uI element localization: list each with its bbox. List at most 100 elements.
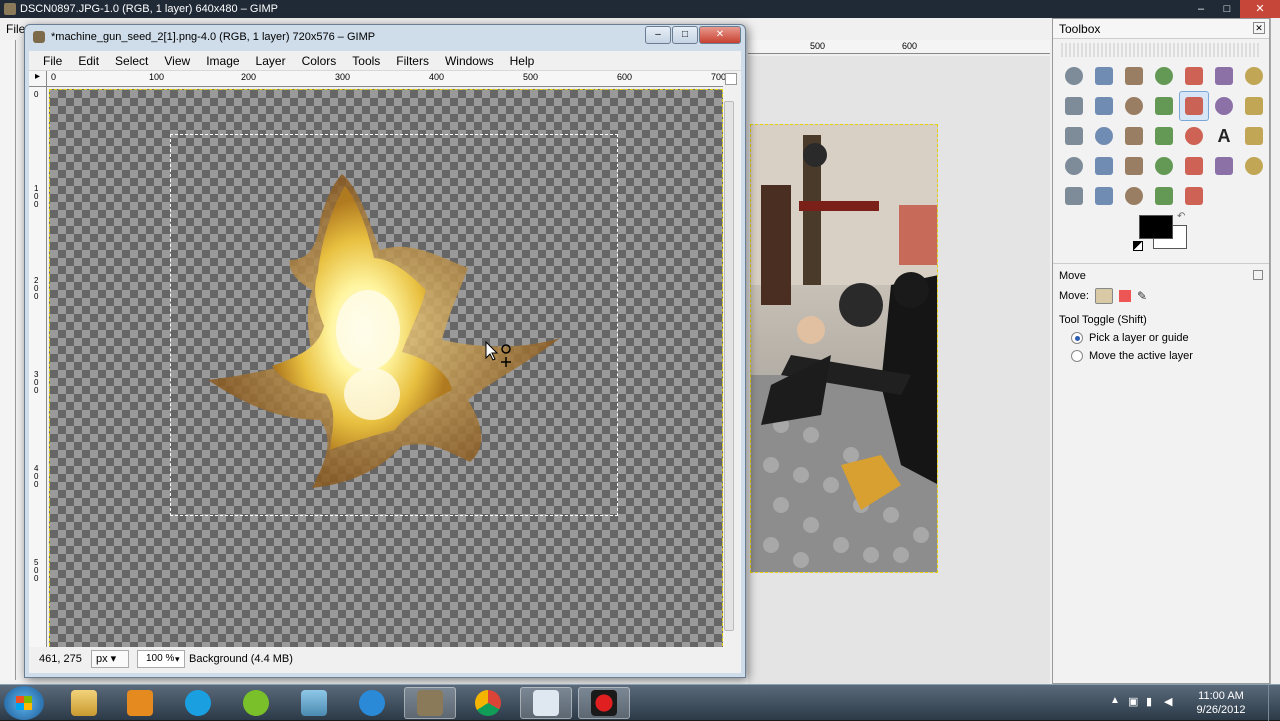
move-selection-button[interactable] xyxy=(1118,290,1131,302)
volume-icon[interactable]: ◀ xyxy=(1164,695,1178,709)
menu-tools[interactable]: Tools xyxy=(344,51,388,70)
maximize-button[interactable]: □ xyxy=(1214,0,1240,18)
quick-mask-corner[interactable]: ▸ xyxy=(29,71,47,87)
tool-crop[interactable] xyxy=(1239,91,1269,121)
status-bar: 461, 275 px ▾ 100 % ▾ Background (4.4 MB… xyxy=(29,647,741,673)
menu-edit[interactable]: Edit xyxy=(70,51,107,70)
tool-align[interactable] xyxy=(1209,91,1239,121)
vertical-ruler[interactable] xyxy=(0,40,16,680)
tool-paintbrush[interactable] xyxy=(1119,151,1149,181)
tool-bucket-fill[interactable] xyxy=(1059,151,1089,181)
swap-colors-icon[interactable]: ↶ xyxy=(1177,211,1185,222)
drag-handle[interactable] xyxy=(1061,43,1261,57)
tool-measure[interactable] xyxy=(1149,91,1179,121)
tool-eraser[interactable] xyxy=(1149,151,1179,181)
menu-view[interactable]: View xyxy=(156,51,198,70)
clock[interactable]: 11:00 AM 9/26/2012 xyxy=(1188,689,1254,717)
tool-scale[interactable] xyxy=(1089,121,1119,151)
radio-button[interactable] xyxy=(1071,350,1083,362)
menu-file-partial[interactable]: File xyxy=(6,22,25,36)
scroll-thumb[interactable] xyxy=(724,101,734,631)
background-window-titlebar[interactable]: DSCN0897.JPG-1.0 (RGB, 1 layer) 640x480 … xyxy=(0,0,1280,18)
maximize-button[interactable]: □ xyxy=(672,26,698,44)
menu-layer[interactable]: Layer xyxy=(248,51,294,70)
tool-rect-select[interactable] xyxy=(1059,61,1089,91)
image-window-titlebar[interactable]: *machine_gun_seed_2[1].png-4.0 (RGB, 1 l… xyxy=(25,25,745,51)
menu-file[interactable]: File xyxy=(35,51,70,70)
vertical-scrollbar[interactable] xyxy=(723,87,735,655)
taskbar-explorer[interactable] xyxy=(58,687,110,719)
tool-shear[interactable] xyxy=(1119,121,1149,151)
tray-app-icon[interactable]: ▣ xyxy=(1128,695,1142,709)
tool-blur-sharpen[interactable] xyxy=(1119,181,1149,211)
tool-select-by-color[interactable] xyxy=(1179,61,1209,91)
tool-dodge-burn[interactable] xyxy=(1179,181,1209,211)
unit-selector[interactable]: px ▾ xyxy=(91,650,129,668)
close-button[interactable]: ✕ xyxy=(1240,0,1280,18)
horizontal-ruler[interactable]: 0 100 200 300 400 500 600 700 xyxy=(47,71,726,87)
tool-zoom[interactable] xyxy=(1119,91,1149,121)
tool-paths[interactable] xyxy=(1059,91,1089,121)
media-player-icon xyxy=(127,690,153,716)
close-button[interactable]: ✕ xyxy=(699,26,741,44)
tool-rotate[interactable] xyxy=(1059,121,1089,151)
toolbox-title-bar[interactable]: Toolbox ✕ xyxy=(1053,19,1269,39)
tool-cage-transform[interactable] xyxy=(1239,121,1269,151)
minimize-button[interactable]: – xyxy=(645,26,671,44)
horizontal-ruler[interactable]: 500 600 xyxy=(748,40,1050,54)
show-hidden-icons-button[interactable]: ▲ xyxy=(1110,695,1120,706)
tool-clone[interactable] xyxy=(1239,151,1269,181)
menu-filters[interactable]: Filters xyxy=(388,51,437,70)
taskbar-internet-explorer[interactable] xyxy=(346,687,398,719)
taskbar-recorder[interactable] xyxy=(578,687,630,719)
tool-color-picker[interactable] xyxy=(1089,91,1119,121)
radio-move-active-layer[interactable]: Move the active layer xyxy=(1059,350,1263,362)
tool-perspective[interactable] xyxy=(1149,121,1179,151)
radio-button-selected[interactable] xyxy=(1071,332,1083,344)
chevron-down-icon[interactable]: ▾ xyxy=(175,650,185,668)
image-window[interactable]: *machine_gun_seed_2[1].png-4.0 (RGB, 1 l… xyxy=(24,24,746,678)
start-button[interactable] xyxy=(4,686,44,720)
foreground-color-swatch[interactable] xyxy=(1139,215,1173,239)
tool-foreground-select[interactable] xyxy=(1239,61,1269,91)
menu-colors[interactable]: Colors xyxy=(294,51,345,70)
tool-flip[interactable] xyxy=(1179,121,1209,151)
tool-fuzzy-select[interactable] xyxy=(1149,61,1179,91)
taskbar-spotify[interactable] xyxy=(230,687,282,719)
menu-windows[interactable]: Windows xyxy=(437,51,502,70)
vertical-ruler[interactable]: 0 100 200 300 400 500 xyxy=(29,87,47,655)
tool-heal[interactable] xyxy=(1059,181,1089,211)
tool-airbrush[interactable] xyxy=(1179,151,1209,181)
tool-move[interactable] xyxy=(1179,91,1209,121)
taskbar-skype[interactable] xyxy=(172,687,224,719)
tool-free-select[interactable] xyxy=(1119,61,1149,91)
tool-text[interactable]: A xyxy=(1209,121,1239,151)
network-signal-icon[interactable]: ▮ xyxy=(1146,695,1160,709)
tool-scissors-select[interactable] xyxy=(1209,61,1239,91)
tool-ellipse-select[interactable] xyxy=(1089,61,1119,91)
taskbar-gimp[interactable] xyxy=(404,687,456,719)
navigate-corner-button[interactable] xyxy=(725,73,737,85)
toolbox-dock[interactable]: Toolbox ✕ A ↶ Move Move: ✎ Tool Toggle (… xyxy=(1052,18,1270,684)
show-desktop-button[interactable] xyxy=(1268,685,1280,721)
tool-perspective-clone[interactable] xyxy=(1089,181,1119,211)
menu-select[interactable]: Select xyxy=(107,51,156,70)
menu-help[interactable]: Help xyxy=(502,51,543,70)
menu-image[interactable]: Image xyxy=(198,51,247,70)
close-icon[interactable]: ✕ xyxy=(1253,22,1265,34)
taskbar-network[interactable] xyxy=(288,687,340,719)
minimize-button[interactable]: – xyxy=(1188,0,1214,18)
tool-ink[interactable] xyxy=(1209,151,1239,181)
move-path-button[interactable]: ✎ xyxy=(1137,289,1147,303)
radio-pick-layer[interactable]: Pick a layer or guide xyxy=(1059,332,1263,344)
taskbar-dvd-maker[interactable] xyxy=(520,687,572,719)
configure-icon[interactable] xyxy=(1253,270,1263,280)
taskbar-media-player[interactable] xyxy=(114,687,166,719)
move-layer-button[interactable] xyxy=(1094,288,1113,304)
taskbar-chrome[interactable] xyxy=(462,687,514,719)
image-canvas[interactable] xyxy=(49,89,723,651)
lego-photo-canvas[interactable] xyxy=(750,124,938,573)
tool-smudge[interactable] xyxy=(1149,181,1179,211)
default-colors-icon[interactable] xyxy=(1133,241,1143,251)
tool-pencil[interactable] xyxy=(1089,151,1119,181)
